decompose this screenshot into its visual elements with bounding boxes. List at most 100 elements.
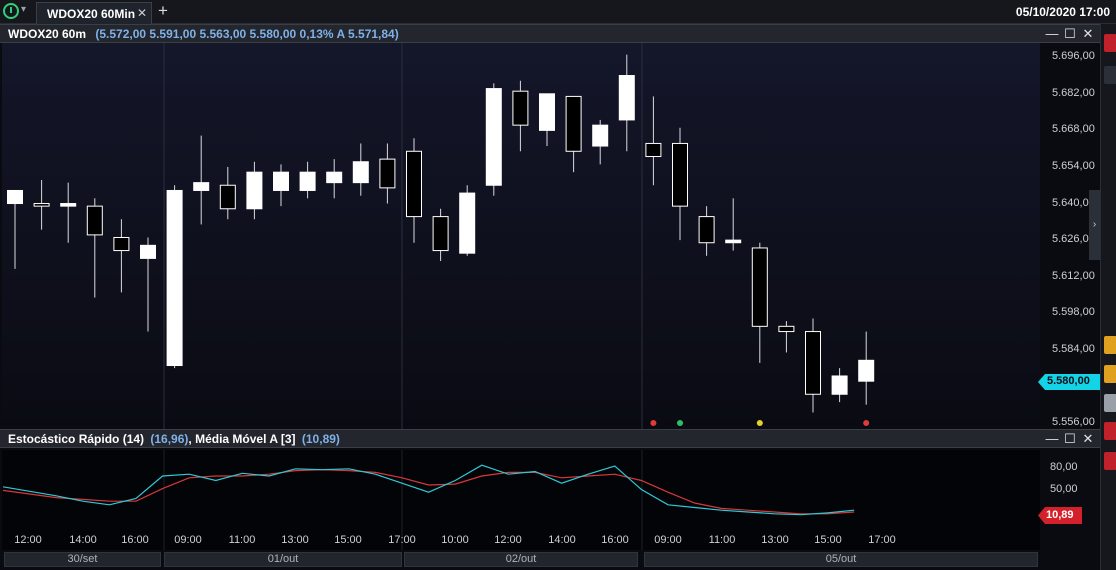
candle-31: [831, 368, 848, 403]
candle-15: [406, 138, 422, 243]
side-yellow-button[interactable]: [1104, 336, 1116, 354]
candle-body: [565, 95, 582, 152]
candle-body: [858, 359, 875, 382]
candle-27: [725, 198, 742, 251]
add-tab-button[interactable]: +: [158, 1, 168, 21]
time-tick-label: 10:00: [441, 534, 469, 546]
candle-body: [299, 171, 316, 191]
candle-body: [512, 90, 529, 126]
candle-8: [219, 166, 236, 220]
candle-body: [672, 142, 688, 207]
candle-body: [326, 171, 343, 184]
stoch-last-tag: 10,89: [1038, 507, 1082, 524]
time-tick-label: 09:00: [174, 534, 202, 546]
side-red-button-2[interactable]: [1104, 422, 1116, 440]
candle-28: [751, 242, 768, 363]
side-red-button[interactable]: [1104, 34, 1116, 52]
candle-body: [592, 124, 609, 147]
date-label: 05/out: [644, 552, 1038, 567]
signal-dot-2: [756, 420, 763, 426]
signal-dot-1: [677, 420, 683, 426]
candle-body: [379, 158, 396, 189]
side-gray-button[interactable]: [1104, 394, 1116, 412]
stoch-minimize-icon[interactable]: —: [1044, 431, 1060, 446]
candle-0: [7, 189, 23, 269]
side-yellow-button-2[interactable]: [1104, 365, 1116, 383]
candle-body: [166, 189, 183, 367]
time-tick-label: 13:00: [761, 534, 789, 546]
ma-value: (10,89): [301, 432, 340, 446]
price-plot[interactable]: [2, 43, 1040, 429]
maximize-icon[interactable]: ☐: [1062, 26, 1078, 42]
stoch-close-icon[interactable]: ✕: [1080, 431, 1096, 447]
date-label: 01/out: [164, 552, 402, 567]
candle-7: [193, 135, 210, 225]
candle-30: [805, 318, 821, 413]
time-tick-label: 11:00: [228, 534, 256, 546]
right-side-panel: [1100, 24, 1116, 570]
candle-body: [33, 203, 50, 207]
time-tick-label: 12:00: [494, 534, 522, 546]
candle-5: [140, 237, 156, 332]
candle-9: [246, 161, 263, 220]
stoch-tick-80: 80,00: [1050, 461, 1078, 473]
minimize-icon[interactable]: —: [1044, 26, 1060, 41]
time-tick-label: 16:00: [601, 534, 629, 546]
ma-title: , Média Móvel A [3]: [188, 432, 296, 446]
collapse-right-panel-button[interactable]: ›: [1089, 190, 1100, 260]
candle-24: [645, 96, 662, 186]
candle-body: [86, 205, 103, 236]
candlestick-chart[interactable]: [2, 43, 1040, 429]
stoch-last-value: 10,89: [1046, 509, 1074, 521]
chart-symbol: WDOX20 60m: [8, 27, 87, 41]
time-tick-label: 12:00: [14, 534, 42, 546]
candle-body: [193, 182, 210, 191]
time-tick-label: 17:00: [388, 534, 416, 546]
chevron-down-icon[interactable]: ▾: [21, 4, 26, 15]
candle-body: [352, 161, 369, 184]
side-dark-button[interactable]: [1104, 66, 1116, 84]
side-red-button-3[interactable]: [1104, 452, 1116, 470]
time-tick-label: 13:00: [281, 534, 309, 546]
candle-21: [565, 95, 582, 173]
candle-2: [60, 182, 77, 243]
candle-body: [113, 237, 130, 252]
time-tick-label: 14:00: [548, 534, 576, 546]
time-tick-label: 17:00: [868, 534, 896, 546]
stoch-maximize-icon[interactable]: ☐: [1062, 431, 1078, 447]
tab-chart[interactable]: WDOX20 60Min ✕: [36, 2, 152, 24]
tab-close-icon[interactable]: ✕: [137, 6, 147, 20]
candle-body: [831, 375, 848, 395]
chart-panel: WDOX20 60m (5.572,00 5.591,00 5.563,00 5…: [0, 24, 1100, 570]
candle-13: [352, 143, 369, 196]
candle-20: [539, 93, 555, 147]
candle-17: [459, 185, 476, 256]
candle-3: [86, 198, 103, 298]
candle-22: [592, 119, 609, 165]
candle-29: [778, 321, 795, 353]
clock-icon[interactable]: [3, 3, 19, 19]
price-tick-label: 5.598,00: [1052, 306, 1095, 319]
candle-body: [618, 75, 635, 121]
stochastic-title: Estocástico Rápido (14): [8, 432, 145, 446]
last-price-tag: 5.580,00: [1038, 374, 1100, 390]
candle-32: [858, 331, 875, 405]
stoch-tick-50: 50,00: [1050, 483, 1078, 495]
candle-12: [326, 159, 343, 199]
candle-body: [219, 184, 236, 210]
datetime-label: 05/10/2020 17:00: [1015, 5, 1110, 19]
candle-14: [379, 143, 396, 204]
price-tick-label: 5.654,00: [1052, 159, 1095, 172]
candle-body: [246, 171, 263, 210]
time-tick-label: 15:00: [334, 534, 362, 546]
signal-dot-0: [650, 420, 657, 426]
chart-ohlc: (5.572,00 5.591,00 5.563,00 5.580,00 0,1…: [95, 27, 399, 41]
last-price-value: 5.580,00: [1047, 375, 1090, 387]
close-icon[interactable]: ✕: [1080, 26, 1096, 42]
candle-body: [432, 216, 449, 252]
candle-body: [140, 244, 156, 259]
trading-app: ▾ WDOX20 60Min ✕ + 05/10/2020 17:00 WDOX…: [0, 0, 1116, 570]
candle-26: [698, 206, 715, 256]
time-tick-label: 09:00: [654, 534, 682, 546]
candle-6: [166, 185, 183, 369]
